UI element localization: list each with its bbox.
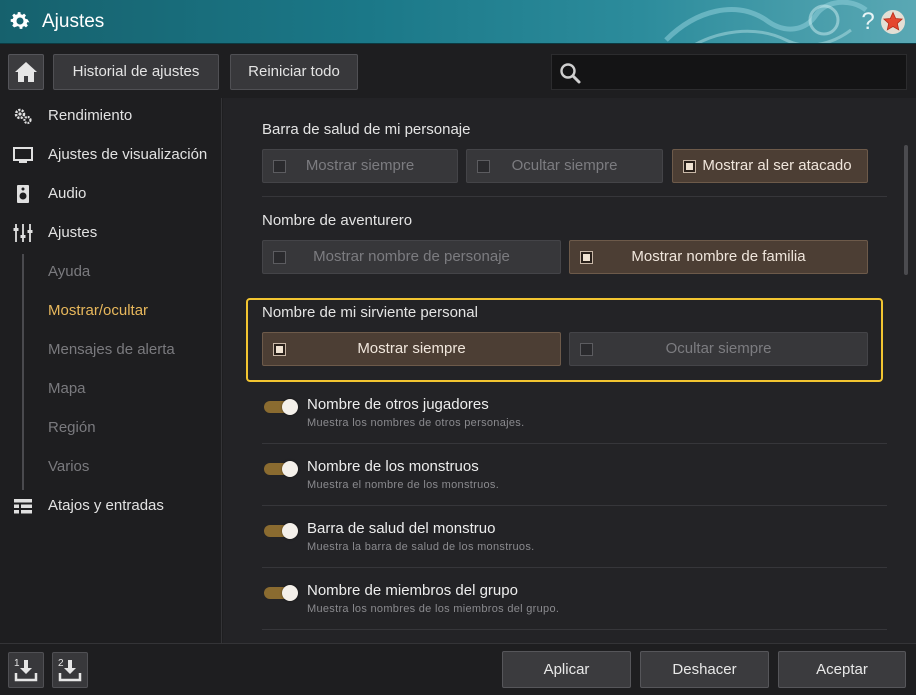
download-1-icon: 1: [14, 658, 38, 682]
sidebar-item-mapa[interactable]: Mapa: [0, 371, 220, 407]
section-divider: [262, 629, 887, 630]
speaker-icon: [17, 185, 29, 203]
toggle-knob: [282, 585, 298, 601]
search-icon: [560, 63, 581, 84]
toggle-monster-names[interactable]: [264, 461, 298, 477]
toggle-knob: [282, 523, 298, 539]
help-icon[interactable]: ?: [858, 8, 878, 36]
toggle-title: Nombre de miembros del grupo: [307, 582, 518, 599]
load-preset-1-button[interactable]: 1: [8, 652, 44, 688]
servant-option-hide[interactable]: Ocultar siempre: [569, 332, 868, 366]
toggle-description: Muestra el nombre de los monstruos.: [307, 479, 500, 491]
settings-history-button[interactable]: Historial de ajustes: [53, 54, 219, 90]
svg-text:2: 2: [58, 658, 64, 669]
search-input[interactable]: [588, 55, 904, 89]
sidebar-item-mostrar-ocultar[interactable]: Mostrar/ocultar: [0, 293, 220, 329]
toolbar: Historial de ajustes Reiniciar todo: [0, 44, 916, 98]
section-divider: [262, 505, 887, 506]
sidebar-item-visualizacion[interactable]: Ajustes de visualización: [0, 137, 220, 173]
toggle-description: Muestra los nombres de otros personajes.: [307, 417, 525, 429]
section-divider: [262, 196, 887, 197]
sidebar-item-rendimiento[interactable]: Rendimiento: [0, 98, 220, 134]
toggle-description: Muestra los nombres de los miembros del …: [307, 603, 560, 615]
sidebar-item-ajustes[interactable]: Ajustes: [0, 215, 220, 251]
monitor-icon: [13, 147, 33, 163]
health-bar-option-on-attack[interactable]: Mostrar al ser atacado: [672, 149, 868, 183]
sidebar-item-mensajes-alerta[interactable]: Mensajes de alerta: [0, 332, 220, 368]
sidebar: Rendimiento Ajustes de visualización Aud…: [0, 98, 222, 643]
toggle-knob: [282, 399, 298, 415]
sidebar-item-ayuda[interactable]: Ayuda: [0, 254, 220, 290]
checkbox-checked-icon: [273, 343, 286, 356]
checkbox-checked-icon: [580, 251, 593, 264]
servant-name-section-label: Nombre de mi sirviente personal: [262, 304, 478, 321]
footer-bar: 1 2 Aplicar Deshacer Aceptar: [0, 643, 916, 695]
sidebar-item-region[interactable]: Región: [0, 410, 220, 446]
sidebar-item-varios[interactable]: Varios: [0, 449, 220, 485]
adventurer-option-character-name[interactable]: Mostrar nombre de personaje: [262, 240, 561, 274]
adventurer-name-section-label: Nombre de aventurero: [262, 212, 413, 229]
toggle-monster-health-bar[interactable]: [264, 523, 298, 539]
scrollbar-thumb[interactable]: [904, 145, 908, 275]
home-icon: [15, 62, 37, 82]
wave-decoration-icon: [664, 0, 868, 43]
toggle-title: Nombre de los monstruos: [307, 458, 479, 475]
window-title: Ajustes: [42, 11, 105, 32]
reset-all-button[interactable]: Reiniciar todo: [230, 54, 358, 90]
section-divider: [262, 567, 887, 568]
keyboard-icon: [14, 499, 32, 514]
sidebar-item-audio[interactable]: Audio: [0, 176, 220, 212]
checkbox-icon: [477, 160, 490, 173]
search-box: [551, 54, 907, 90]
toggle-title: Barra de salud del monstruo: [307, 520, 496, 537]
health-bar-section-label: Barra de salud de mi personaje: [262, 121, 471, 138]
title-bar: Ajustes ?: [0, 0, 916, 44]
gears-icon: [14, 108, 32, 125]
home-button[interactable]: [8, 54, 44, 90]
svg-text:1: 1: [14, 658, 20, 669]
health-bar-option-hide[interactable]: Ocultar siempre: [466, 149, 663, 183]
load-preset-2-button[interactable]: 2: [52, 652, 88, 688]
favorite-star-icon[interactable]: [880, 9, 906, 35]
checkbox-checked-icon: [683, 160, 696, 173]
checkbox-icon: [273, 160, 286, 173]
adventurer-option-family-name[interactable]: Mostrar nombre de familia: [569, 240, 868, 274]
accept-button[interactable]: Aceptar: [778, 651, 906, 688]
checkbox-icon: [273, 251, 286, 264]
toggle-description: Muestra la barra de salud de los monstru…: [307, 541, 535, 553]
sidebar-item-atajos[interactable]: Atajos y entradas: [0, 488, 220, 524]
checkbox-icon: [580, 343, 593, 356]
servant-option-always[interactable]: Mostrar siempre: [262, 332, 561, 366]
sliders-icon: [13, 224, 33, 242]
undo-button[interactable]: Deshacer: [640, 651, 769, 688]
toggle-other-players[interactable]: [264, 399, 298, 415]
download-2-icon: 2: [58, 658, 82, 682]
settings-gear-icon: [10, 12, 30, 29]
section-divider: [262, 443, 887, 444]
toggle-knob: [282, 461, 298, 477]
toggle-title: Nombre de otros jugadores: [307, 396, 489, 413]
apply-button[interactable]: Aplicar: [502, 651, 631, 688]
health-bar-option-always[interactable]: Mostrar siempre: [262, 149, 458, 183]
toggle-group-members[interactable]: [264, 585, 298, 601]
